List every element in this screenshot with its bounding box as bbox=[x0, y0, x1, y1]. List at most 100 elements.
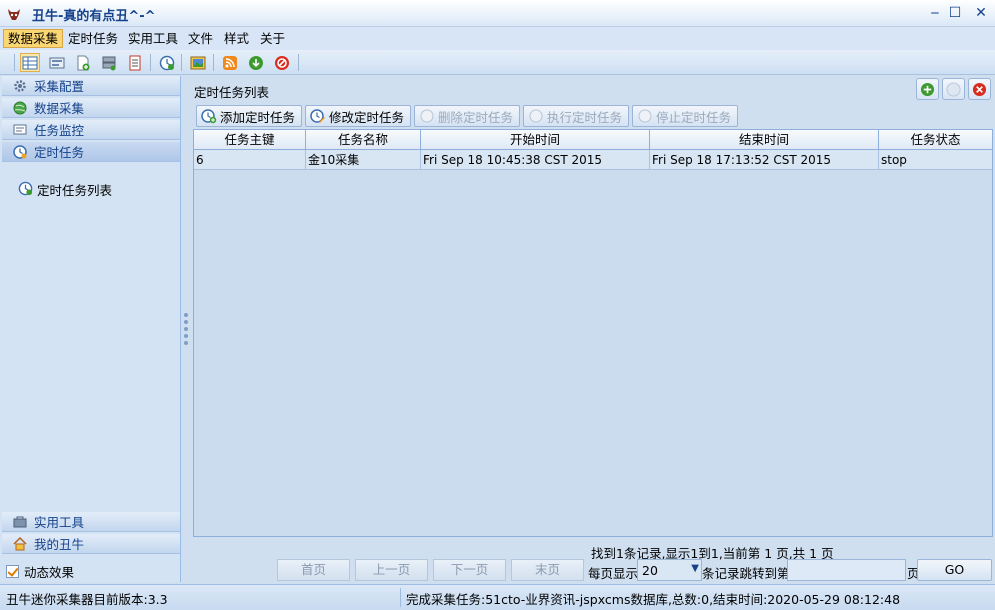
sidebar-item-label: 定时任务 bbox=[34, 145, 85, 160]
last-page-button[interactable]: 末页 bbox=[511, 559, 584, 581]
rss-icon[interactable] bbox=[220, 53, 240, 72]
splitter-grip-dot bbox=[184, 341, 188, 345]
dynamic-effect-toggle[interactable]: 动态效果 bbox=[6, 562, 74, 581]
tools-icon bbox=[12, 514, 28, 530]
menu-scheduled-tasks[interactable]: 定时任务 bbox=[64, 29, 122, 48]
delete-task-button[interactable]: 删除定时任务 bbox=[414, 105, 521, 127]
sidebar-item-data-collection[interactable]: 数据采集 bbox=[2, 98, 180, 118]
grid-icon[interactable] bbox=[20, 53, 40, 72]
close-button[interactable]: ✕ bbox=[971, 4, 991, 22]
add-task-label: 添加定时任务 bbox=[220, 109, 296, 125]
tree-item-label: 定时任务列表 bbox=[37, 183, 113, 198]
column-header-task-status[interactable]: 任务状态 bbox=[879, 130, 992, 150]
splitter-grip-dot bbox=[184, 327, 188, 331]
clock-stop-icon bbox=[637, 108, 653, 124]
globe-icon bbox=[12, 100, 28, 116]
toolbar bbox=[0, 50, 995, 75]
column-header-task-name[interactable]: 任务名称 bbox=[306, 130, 421, 150]
sidebar-item-collection-config[interactable]: 采集配置 bbox=[2, 76, 180, 96]
splitter-grip-dot bbox=[184, 320, 188, 324]
cell-end-time: Fri Sep 18 17:13:52 CST 2015 bbox=[650, 150, 879, 170]
server-icon[interactable] bbox=[99, 53, 119, 72]
stop-task-label: 停止定时任务 bbox=[656, 109, 732, 125]
table-row[interactable]: 6 金10采集 Fri Sep 18 10:45:38 CST 2015 Fri… bbox=[194, 150, 992, 170]
image-icon[interactable] bbox=[188, 53, 208, 72]
splitter-grip-dot bbox=[184, 334, 188, 338]
go-arrow-icon[interactable] bbox=[246, 53, 266, 72]
menu-style[interactable]: 样式 bbox=[220, 29, 253, 48]
grid-header: 任务主键 任务名称 开始时间 结束时间 任务状态 bbox=[194, 130, 992, 150]
table-icon[interactable] bbox=[125, 53, 145, 72]
refresh-circle-icon[interactable] bbox=[942, 78, 965, 100]
gear-icon bbox=[12, 78, 28, 94]
toolbar-separator bbox=[14, 54, 15, 71]
clock-edit-icon bbox=[310, 108, 326, 124]
app-logo-icon bbox=[6, 6, 22, 22]
prev-page-button[interactable]: 上一页 bbox=[355, 559, 428, 581]
status-divider bbox=[400, 588, 401, 607]
page-add-icon[interactable] bbox=[73, 53, 93, 72]
toolbar-separator bbox=[213, 54, 214, 71]
form-icon[interactable] bbox=[47, 53, 67, 72]
cell-task-status: stop bbox=[881, 153, 907, 167]
column-header-end-time[interactable]: 结束时间 bbox=[650, 130, 879, 150]
menu-about[interactable]: 关于 bbox=[256, 29, 289, 48]
jump-page-input[interactable] bbox=[787, 559, 906, 581]
sidebar-item-tools[interactable]: 实用工具 bbox=[2, 512, 180, 532]
add-circle-icon[interactable] bbox=[916, 78, 939, 100]
cell-task-name: 金10采集 bbox=[306, 150, 421, 170]
stop-task-button[interactable]: 停止定时任务 bbox=[632, 105, 739, 127]
menu-bar: 数据采集 定时任务 实用工具 文件 样式 关于 bbox=[0, 27, 995, 50]
jump-label: 条记录跳转到第 bbox=[702, 566, 790, 581]
clock-refresh-icon bbox=[18, 181, 33, 199]
splitter-grip-dot bbox=[184, 313, 188, 317]
splitter-handle[interactable] bbox=[181, 76, 192, 582]
sidebar-item-task-monitor[interactable]: 任务监控 bbox=[2, 120, 180, 140]
sidebar-item-label: 任务监控 bbox=[34, 123, 85, 138]
page-size-value: 20 bbox=[642, 563, 658, 578]
sidebar-item-label: 数据采集 bbox=[34, 101, 85, 116]
main-content: 定时任务列表 添加定时任务 修改定时任务 删除定时任务 执行定时任务 停止定时任… bbox=[192, 76, 995, 582]
run-task-button[interactable]: 执行定时任务 bbox=[523, 105, 630, 127]
next-page-button[interactable]: 下一页 bbox=[433, 559, 506, 581]
tree-item-scheduled-task-list[interactable]: 定时任务列表 bbox=[18, 180, 112, 199]
add-task-button[interactable]: 添加定时任务 bbox=[196, 105, 303, 127]
toolbar-separator bbox=[150, 54, 151, 71]
page-size-label: 每页显示 bbox=[588, 566, 639, 581]
title-bar: 丑牛-真的有点丑^-^ ‒ ☐ ✕ bbox=[0, 0, 995, 27]
dynamic-effect-checkbox[interactable] bbox=[6, 565, 19, 578]
maximize-button[interactable]: ☐ bbox=[945, 4, 965, 22]
column-header-task-id[interactable]: 任务主键 bbox=[194, 130, 306, 150]
go-button[interactable]: GO bbox=[917, 559, 992, 581]
edit-task-button[interactable]: 修改定时任务 bbox=[305, 105, 412, 127]
sidebar: 采集配置 数据采集 任务监控 定时任务 定时任务列表 实用工具 我的丑牛 bbox=[0, 76, 181, 582]
sidebar-item-scheduled-tasks[interactable]: 定时任务 bbox=[2, 142, 180, 162]
dynamic-effect-label: 动态效果 bbox=[24, 565, 75, 580]
clock-refresh-icon[interactable] bbox=[157, 53, 177, 72]
panel-title: 定时任务列表 bbox=[194, 85, 270, 100]
clock-run-icon bbox=[528, 108, 544, 124]
stop-icon[interactable] bbox=[272, 53, 292, 72]
sidebar-item-label: 实用工具 bbox=[34, 515, 85, 530]
clock-delete-icon bbox=[419, 108, 435, 124]
column-header-start-time[interactable]: 开始时间 bbox=[421, 130, 650, 150]
cell-start-time: Fri Sep 18 10:45:38 CST 2015 bbox=[421, 150, 650, 170]
delete-task-label: 删除定时任务 bbox=[438, 109, 514, 125]
toolbar-separator bbox=[181, 54, 182, 71]
task-completion-status: 完成采集任务:51cto-业界资讯-jspxcms数据库,总数:0,结束时间:2… bbox=[406, 592, 901, 607]
delete-circle-icon[interactable] bbox=[968, 78, 991, 100]
menu-tools[interactable]: 实用工具 bbox=[124, 29, 182, 48]
first-page-button[interactable]: 首页 bbox=[277, 559, 350, 581]
status-bar: 丑牛迷你采集器目前版本:3.3 完成采集任务:51cto-业界资讯-jspxcm… bbox=[0, 584, 995, 610]
sidebar-item-label: 采集配置 bbox=[34, 79, 85, 94]
sidebar-item-my-chouniu[interactable]: 我的丑牛 bbox=[2, 534, 180, 554]
menu-file[interactable]: 文件 bbox=[184, 29, 217, 48]
clock-icon bbox=[12, 144, 28, 160]
task-grid: 任务主键 任务名称 开始时间 结束时间 任务状态 6 金10采集 Fri Sep… bbox=[193, 129, 993, 537]
minimize-button[interactable]: ‒ bbox=[925, 4, 945, 22]
menu-data-collection[interactable]: 数据采集 bbox=[3, 29, 64, 48]
page-size-select[interactable]: 20 ▼ bbox=[637, 559, 702, 581]
chevron-down-icon[interactable]: ▼ bbox=[691, 563, 699, 574]
window-title: 丑牛-真的有点丑^-^ bbox=[32, 9, 156, 24]
toolbar-separator bbox=[298, 54, 299, 71]
